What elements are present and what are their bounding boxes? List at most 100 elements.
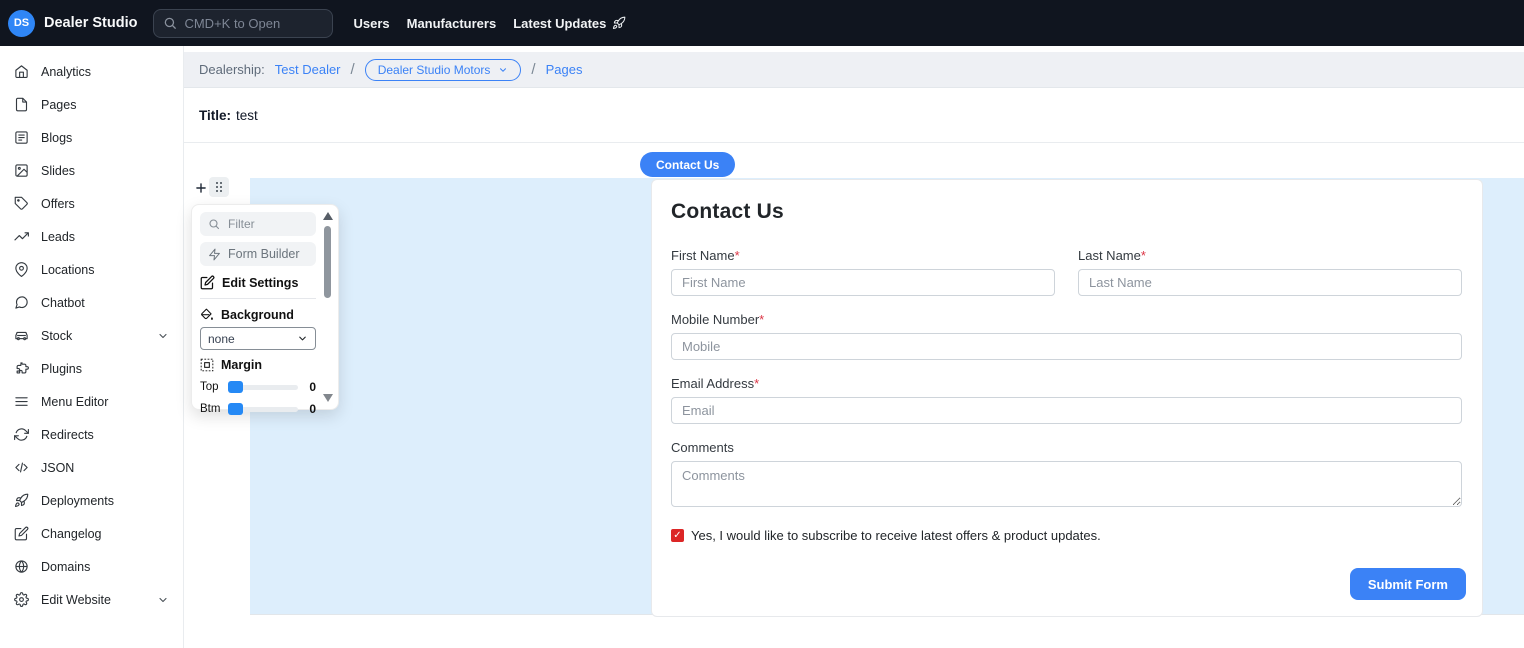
first-name-input[interactable]: [671, 269, 1055, 296]
page-title: Title: test: [184, 88, 1524, 143]
sidebar-item-label: Pages: [41, 97, 77, 112]
sidebar-item-offers[interactable]: Offers: [0, 187, 183, 220]
sidebar-item-menu-editor[interactable]: Menu Editor: [0, 385, 183, 418]
sidebar-item-blogs[interactable]: Blogs: [0, 121, 183, 154]
mobile-input[interactable]: [671, 333, 1462, 360]
margin-label: Margin: [221, 358, 262, 372]
email-input[interactable]: [671, 397, 1462, 424]
sidebar-item-deployments[interactable]: Deployments: [0, 484, 183, 517]
slider-thumb[interactable]: [228, 402, 243, 415]
label-text: Last Name: [1078, 248, 1141, 263]
sidebar-item-edit-website[interactable]: Edit Website: [0, 583, 183, 616]
scrollbar-thumb[interactable]: [324, 226, 331, 298]
puzzle-icon: [16, 362, 29, 374]
subscribe-checkbox-row[interactable]: ✓ Yes, I would like to subscribe to rece…: [671, 528, 1462, 543]
chat-icon: [15, 296, 28, 309]
sidebar-item-stock[interactable]: Stock: [0, 319, 183, 352]
panel-scrollbar[interactable]: [322, 210, 334, 404]
sidebar-item-label: Plugins: [41, 361, 82, 376]
sidebar-item-analytics[interactable]: Analytics: [0, 55, 183, 88]
sidebar-item-label: Stock: [41, 328, 73, 343]
drag-handle[interactable]: [209, 177, 229, 197]
breadcrumb-separator: /: [350, 61, 355, 78]
scroll-down-icon[interactable]: [323, 394, 333, 402]
chevron-down-icon: [159, 333, 167, 338]
field-label: Mobile Number*: [671, 312, 1462, 327]
dealer-select-value: Dealer Studio Motors: [377, 62, 491, 77]
background-select[interactable]: none: [200, 327, 316, 350]
form-builder-label: Form Builder: [228, 247, 300, 261]
gear-icon: [14, 592, 29, 607]
slider-label: Btm: [200, 403, 221, 415]
form-tab-row: Contact Us: [184, 143, 1524, 178]
required-asterisk: *: [754, 376, 760, 391]
nav-link-users[interactable]: Users: [353, 16, 389, 31]
tag-icon: [14, 196, 28, 210]
dealer-select-dropdown[interactable]: Dealer Studio Motors: [364, 58, 522, 81]
map-pin-icon: [15, 262, 28, 277]
sidebar-item-changelog[interactable]: Changelog: [0, 517, 183, 550]
margin-top-value: 0: [309, 380, 316, 394]
label-text: Comments: [671, 440, 734, 455]
top-navbar: DS Dealer Studio CMD+K to Open Users Man…: [0, 0, 1524, 46]
field-label: Comments: [671, 440, 1462, 455]
contact-form-card: Contact Us First Name* Last Name* Mobile…: [651, 179, 1483, 617]
search-icon: [165, 17, 177, 29]
sidebar-item-domains[interactable]: Domains: [0, 550, 183, 583]
sidebar-item-json[interactable]: JSON: [0, 451, 183, 484]
sidebar-item-label: Locations: [41, 262, 95, 277]
slider-thumb[interactable]: [228, 380, 243, 393]
contact-us-tab[interactable]: Contact Us: [640, 152, 736, 177]
field-label: Email Address*: [671, 376, 1462, 391]
required-asterisk: *: [1140, 248, 1146, 263]
sidebar-item-label: Domains: [41, 559, 91, 574]
file-icon: [15, 97, 28, 112]
form-builder-item[interactable]: Form Builder: [200, 242, 316, 266]
sidebar-item-plugins[interactable]: Plugins: [0, 352, 183, 385]
sidebar: Analytics Pages Blogs Slides Offers Lead…: [0, 46, 184, 648]
sidebar-item-pages[interactable]: Pages: [0, 88, 183, 121]
breadcrumb-pages-link[interactable]: Pages: [546, 62, 583, 77]
sidebar-item-label: Deployments: [41, 493, 114, 508]
breadcrumb-dealer-link[interactable]: Test Dealer: [275, 62, 341, 77]
sidebar-item-slides[interactable]: Slides: [0, 154, 183, 187]
paint-bucket-icon: [201, 308, 213, 320]
breadcrumb-prefix: Dealership:: [199, 62, 265, 77]
sidebar-item-chatbot[interactable]: Chatbot: [0, 286, 183, 319]
comments-field: Comments: [671, 440, 1462, 512]
sidebar-item-leads[interactable]: Leads: [0, 220, 183, 253]
drag-dots-icon: [216, 182, 222, 192]
rocket-icon: [15, 493, 29, 507]
search-placeholder: CMD+K to Open: [184, 15, 281, 31]
margin-top-slider-row: Top 0: [200, 380, 316, 394]
label-text: Email Address: [671, 376, 755, 391]
home-icon: [15, 65, 28, 78]
sidebar-item-redirects[interactable]: Redirects: [0, 418, 183, 451]
add-block-button[interactable]: [193, 181, 209, 197]
nav-link-manufacturers[interactable]: Manufacturers: [407, 16, 497, 31]
margin-bottom-slider-row: Btm 0: [200, 402, 316, 416]
panel-divider: [200, 298, 316, 299]
edit-icon: [14, 526, 29, 541]
last-name-input[interactable]: [1078, 269, 1462, 296]
command-search-input[interactable]: CMD+K to Open: [153, 8, 334, 38]
edit-icon: [200, 275, 215, 290]
margin-bottom-slider[interactable]: [228, 402, 298, 415]
filter-placeholder: Filter: [228, 217, 255, 231]
edit-settings-item[interactable]: Edit Settings: [200, 275, 316, 290]
submit-form-button[interactable]: Submit Form: [1349, 568, 1466, 600]
nav-link-latest-updates[interactable]: Latest Updates: [513, 16, 626, 31]
edit-settings-label: Edit Settings: [222, 275, 299, 290]
required-asterisk: *: [759, 312, 765, 327]
blog-icon: [15, 131, 28, 144]
menu-icon: [15, 397, 28, 406]
filter-input[interactable]: Filter: [200, 212, 316, 236]
margin-top-slider[interactable]: [228, 380, 298, 393]
scroll-up-icon[interactable]: [323, 212, 333, 220]
comments-textarea[interactable]: [671, 461, 1462, 507]
subscribe-checkbox[interactable]: ✓: [671, 529, 684, 542]
sidebar-item-locations[interactable]: Locations: [0, 253, 183, 286]
globe-icon: [15, 560, 28, 573]
sidebar-item-label: Changelog: [41, 526, 102, 541]
brand-name: Dealer Studio: [44, 15, 138, 31]
